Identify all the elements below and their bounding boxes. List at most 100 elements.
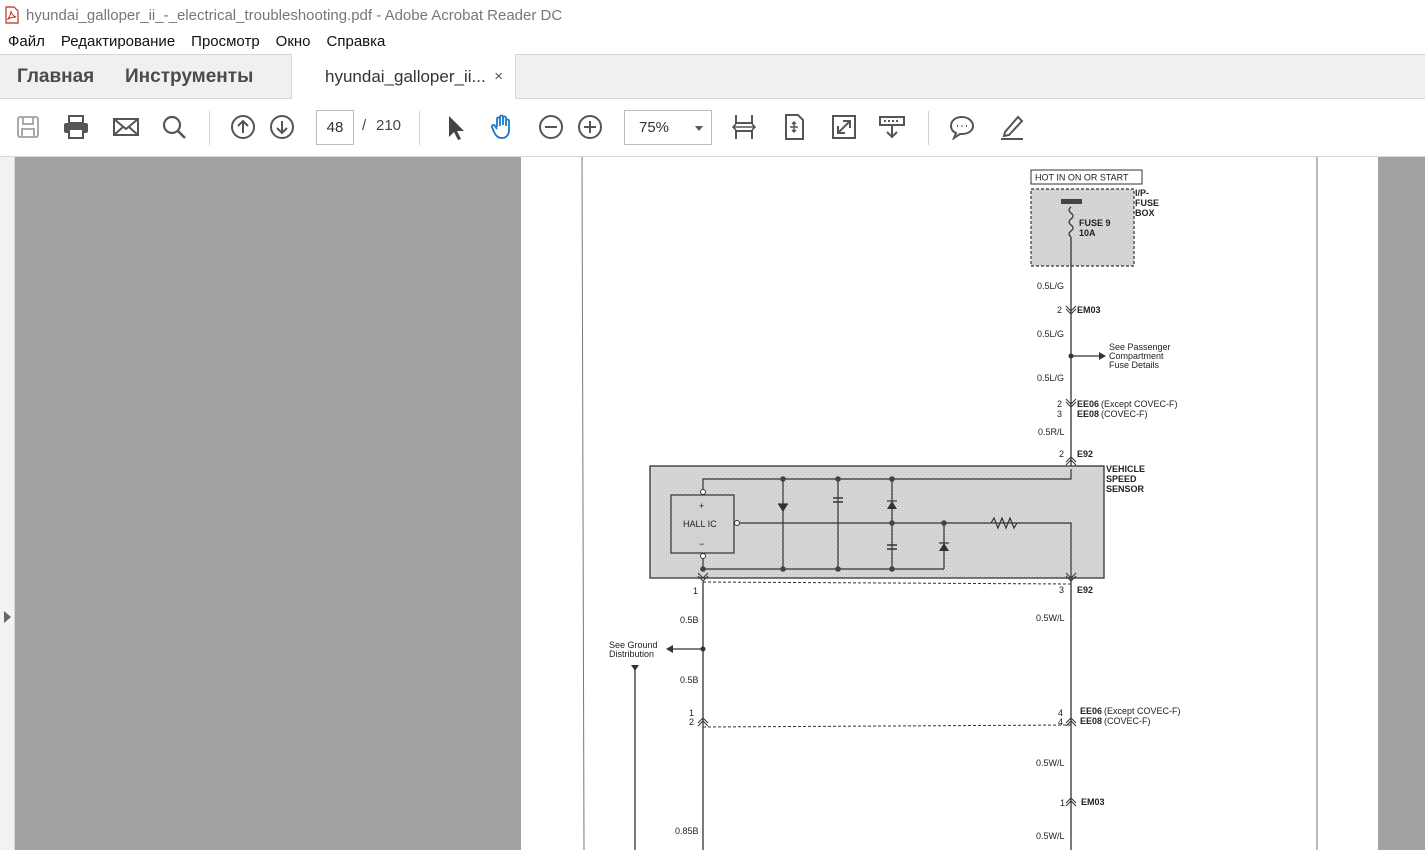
document-viewer[interactable]: HOT IN ON OR START FUSE 9 10A I/P- FUSE … [15,157,1425,850]
page-up-icon [231,115,255,139]
tab-home[interactable]: Главная [17,55,94,99]
tab-tools[interactable]: Инструменты [125,55,253,99]
menu-file[interactable]: Файл [0,30,53,54]
toolbar [0,99,1425,157]
zoom-in-icon [578,115,602,139]
save-icon [17,116,39,138]
wire-label-wl-2: 0.5W/L [1036,758,1065,768]
ee08-pin-top: 3 [1057,409,1062,419]
document-tab-label: hyundai_galloper_ii... [325,67,486,86]
wire-label-rl: 0.5R/L [1038,427,1065,437]
menu-edit[interactable]: Редактирование [53,30,183,54]
menu-bar: Файл Редактирование Просмотр Окно Справк… [0,30,1425,54]
window-title: hyundai_galloper_ii_-_electrical_trouble… [26,6,563,24]
page-separator: / [362,117,367,134]
fit-page-button[interactable] [778,111,810,143]
e92-pin-right: 3 [1059,585,1064,595]
pdf-page: HOT IN ON OR START FUSE 9 10A I/P- FUSE … [521,157,1378,850]
em03-pin: 2 [1057,305,1062,315]
comment-icon [949,115,975,141]
wire-label-lg-2: 0.5L/G [1037,329,1064,339]
left-panel-collapsed[interactable] [0,157,15,850]
sensor-label-3: SENSOR [1106,484,1145,494]
expand-panel-icon[interactable] [4,611,11,623]
fit-width-button[interactable] [728,111,760,143]
page-number-input[interactable]: 48 [316,110,354,145]
hand-tool-button[interactable] [487,111,519,143]
comment-button[interactable] [946,111,978,143]
fuse-name: FUSE 9 [1079,218,1111,228]
page-total: 210 [376,117,402,134]
sensor-label-1: VEHICLE [1106,464,1145,474]
scroll-mode-icon [879,116,905,139]
ee06-label-bottom: EE06 [1080,706,1102,716]
ee08-label-top: EE08 [1077,409,1099,419]
chevron-down-icon [695,126,703,131]
wire-label-b-1: 0.5B [680,615,699,625]
select-cursor-icon [449,116,464,140]
ee08-label-bottom: EE08 [1080,716,1102,726]
previous-page-button[interactable] [227,111,259,143]
save-button[interactable] [12,111,44,143]
tabs-bar: Главная Инструменты hyundai_galloper_ii.… [0,54,1425,100]
toolbar-separator [419,111,420,145]
wire-label-wl-1: 0.5W/L [1036,613,1065,623]
ee06-note-bottom: (Except COVEC-F) [1104,706,1181,716]
search-button[interactable] [158,111,190,143]
toolbar-separator [209,111,210,145]
email-button[interactable] [110,111,142,143]
search-icon [162,115,186,139]
title-bar: hyundai_galloper_ii_-_electrical_trouble… [0,0,1425,30]
fuse-rating: 10A [1079,228,1096,238]
fit-width-icon [731,115,757,139]
page-down-icon [270,115,294,139]
zoom-out-button[interactable] [535,111,567,143]
full-screen-icon [832,115,856,139]
em03-label-bottom: EM03 [1081,797,1105,807]
ee-pin-left-2: 2 [689,717,694,727]
scroll-mode-button[interactable] [876,111,908,143]
passenger-ref-3: Fuse Details [1109,360,1160,370]
next-page-button[interactable] [266,111,298,143]
zoom-in-button[interactable] [574,111,606,143]
wire-label-b-2: 0.5B [680,675,699,685]
ee06-note-top: (Except COVEC-F) [1101,399,1178,409]
fuse-box-label-3: BOX [1135,208,1155,218]
hand-tool-icon [491,114,510,139]
ee08-note-bottom: (COVEC-F) [1104,716,1151,726]
ee08-note-top: (COVEC-F) [1101,409,1148,419]
e92-label-bottom: E92 [1077,585,1093,595]
sign-button[interactable] [996,111,1028,143]
wire-label-lg-1: 0.5L/G [1037,281,1064,291]
ee06-label-top: EE06 [1077,399,1099,409]
zoom-select[interactable]: 75% [624,110,712,145]
hot-in-label: HOT IN ON OR START [1035,173,1129,183]
hall-ic-label: HALL IC [683,519,717,529]
close-icon[interactable]: × [494,68,503,85]
hall-minus: − [699,539,704,549]
sign-pen-icon [1001,115,1024,140]
zoom-out-icon [539,115,563,139]
menu-view[interactable]: Просмотр [183,30,268,54]
fuse-box-label-1: I/P- [1135,188,1149,198]
wire-label-b-3: 0.85B [675,826,699,836]
email-icon [113,118,139,136]
e92-label-top: E92 [1077,449,1093,459]
menu-window[interactable]: Окно [268,30,319,54]
tab-document[interactable]: hyundai_galloper_ii... × [291,54,516,100]
full-screen-button[interactable] [828,111,860,143]
wire-label-lg-3: 0.5L/G [1037,373,1064,383]
pdf-file-icon [5,6,19,24]
em03-label: EM03 [1077,305,1101,315]
print-icon [64,115,88,139]
select-tool-button[interactable] [438,111,470,143]
toolbar-separator [928,111,929,145]
fuse-box-label-2: FUSE [1135,198,1159,208]
menu-help[interactable]: Справка [319,30,394,54]
print-button[interactable] [60,111,92,143]
hall-plus: + [699,501,704,511]
wiring-diagram: HOT IN ON OR START FUSE 9 10A I/P- FUSE … [581,157,1318,850]
ground-ref-2: Distribution [609,649,654,659]
ee06-pin-top: 2 [1057,399,1062,409]
fit-page-icon [785,114,804,140]
